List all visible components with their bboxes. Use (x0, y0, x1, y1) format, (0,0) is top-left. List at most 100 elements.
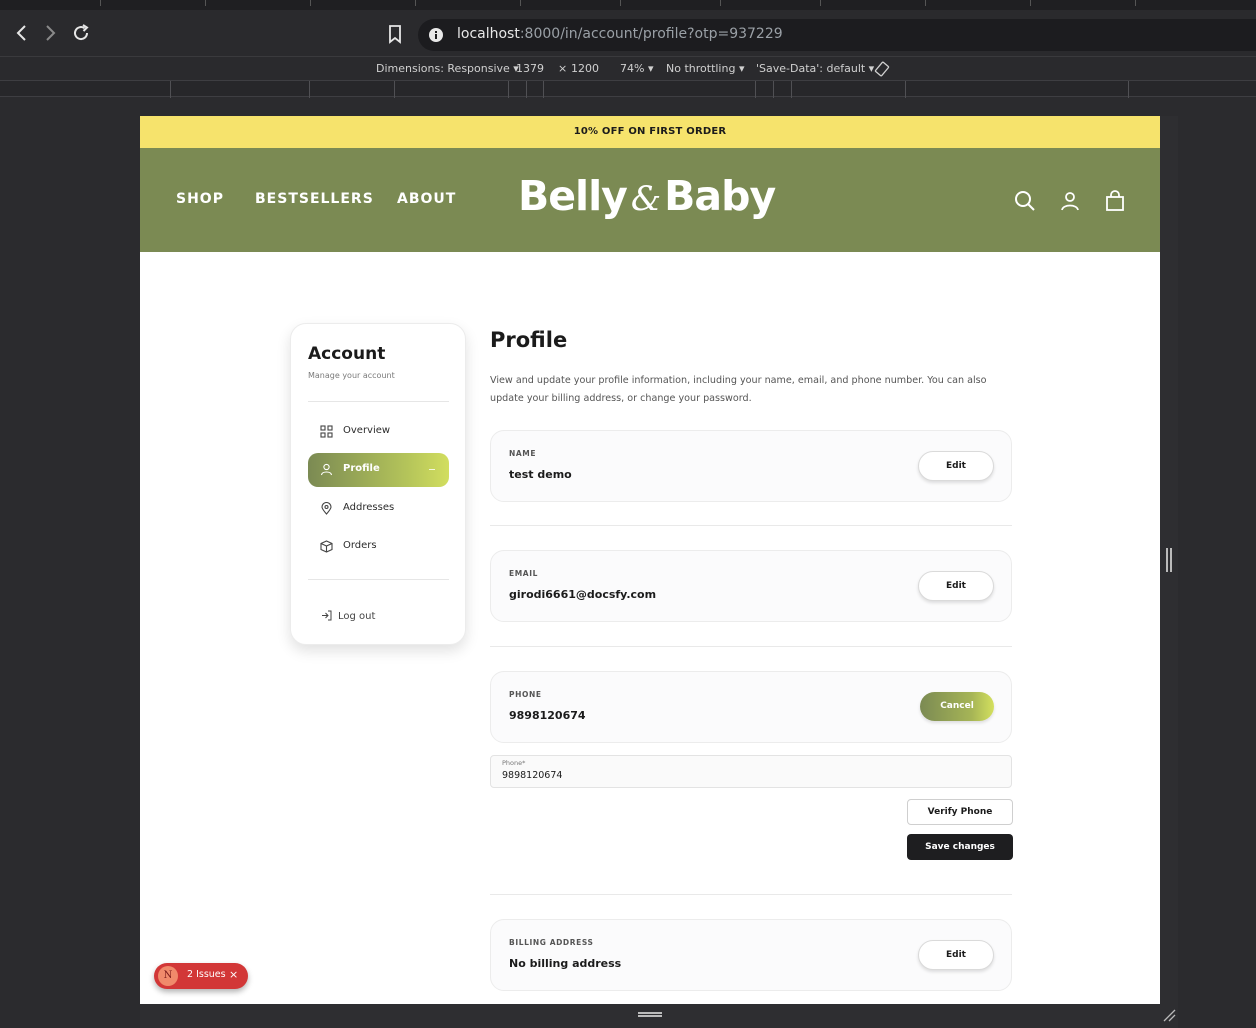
ruler-tick (170, 81, 171, 98)
ruler-tick (394, 81, 395, 98)
edit-name-button[interactable]: Edit (918, 451, 994, 481)
zoom-select[interactable]: 74% ▾ (620, 62, 653, 75)
issues-count: 2 Issues (187, 969, 226, 980)
ruler-tick (791, 81, 792, 98)
sidebar-item-profile[interactable]: Profile (308, 453, 449, 487)
active-indicator (429, 469, 435, 470)
resize-handle-bottom[interactable] (140, 1004, 1178, 1028)
reload-icon[interactable] (71, 23, 91, 43)
page-description: View and update your profile information… (490, 375, 987, 404)
logout-label: Log out (338, 611, 376, 622)
ruler-tick (309, 81, 310, 98)
map-pin-icon (321, 502, 332, 515)
phone-field: Phone* (490, 755, 1012, 788)
account-icon[interactable] (1059, 190, 1081, 212)
browser-toolbar: localhost:8000/in/account/profile?otp=93… (0, 10, 1256, 56)
nav-bestsellers[interactable]: BESTSELLERS (255, 191, 374, 207)
promo-banner: 10% OFF ON FIRST ORDER (140, 116, 1160, 148)
corner-resize-icon[interactable] (1162, 1008, 1176, 1022)
sidebar-item-label: Overview (343, 425, 391, 436)
brand-logo[interactable]: Belly &Baby (518, 172, 776, 220)
name-value: test demo (509, 468, 572, 481)
dimensions-select[interactable]: Dimensions: Responsive ▾ (376, 62, 519, 75)
tab-separator (205, 0, 206, 6)
ruler-tick (526, 81, 527, 98)
search-icon[interactable] (1014, 190, 1036, 212)
grid-icon (320, 425, 333, 438)
tab-separator (620, 0, 621, 6)
sidebar-item-addresses[interactable]: Addresses (308, 492, 449, 526)
url-text: localhost:8000/in/account/profile?otp=93… (457, 26, 783, 42)
sidebar-subtitle: Manage your account (308, 371, 395, 380)
account-sidebar: Account Manage your account Overview Pro… (290, 323, 466, 645)
name-label: NAME (509, 449, 537, 458)
rotate-icon[interactable] (874, 61, 890, 77)
nav-shop[interactable]: SHOP (176, 191, 224, 207)
bookmark-icon[interactable] (386, 24, 404, 44)
edit-billing-button[interactable]: Edit (918, 940, 994, 970)
tab-separator (925, 0, 926, 6)
sidebar-item-label: Profile (343, 463, 380, 474)
ruler-tick (1128, 81, 1129, 98)
logout-icon (322, 610, 332, 621)
page-title: Profile (490, 328, 568, 352)
resize-handle-right[interactable] (1166, 548, 1172, 572)
save-changes-button[interactable]: Save changes (907, 834, 1013, 860)
phone-label: PHONE (509, 690, 542, 699)
times-sign: × (558, 62, 568, 75)
throttling-select[interactable]: No throttling ▾ (666, 62, 744, 75)
dev-issues-badge[interactable]: N 2 Issues × (154, 963, 248, 989)
tab-separator (310, 0, 311, 6)
save-data-select[interactable]: 'Save-Data': default ▾ (756, 62, 874, 75)
phone-input-label: Phone* (502, 759, 526, 767)
close-icon[interactable]: × (229, 968, 238, 981)
cancel-phone-button[interactable]: Cancel (920, 692, 994, 721)
height-field[interactable]: 1200 (571, 62, 599, 75)
section-divider (490, 894, 1012, 895)
sidebar-item-orders[interactable]: Orders (308, 530, 449, 564)
cart-icon[interactable] (1104, 190, 1126, 212)
back-icon[interactable] (12, 23, 32, 43)
site-header: SHOP BESTSELLERS ABOUT Belly &Baby (140, 148, 1160, 252)
tab-separator (820, 0, 821, 6)
ruler-tick (773, 81, 774, 98)
tab-separator (100, 0, 101, 6)
phone-card: PHONE 9898120674 Cancel (490, 671, 1012, 743)
logout-link[interactable]: Log out (321, 610, 375, 622)
billing-value: No billing address (509, 957, 622, 970)
box-icon (320, 540, 333, 553)
sidebar-divider (308, 579, 449, 580)
tab-separator (1030, 0, 1031, 6)
email-value: girodi6661@docsfy.com (509, 588, 657, 601)
tab-separator (520, 0, 521, 6)
ruler-tick (905, 81, 906, 98)
address-bar[interactable]: localhost:8000/in/account/profile?otp=93… (418, 19, 1256, 51)
section-divider (490, 525, 1012, 526)
user-icon (320, 463, 333, 476)
page-viewport: 10% OFF ON FIRST ORDER SHOP BESTSELLERS … (140, 116, 1160, 1004)
width-field[interactable]: 1379 (516, 62, 544, 75)
site-info-icon[interactable] (428, 27, 444, 43)
verify-phone-button[interactable]: Verify Phone (907, 799, 1013, 825)
section-divider (490, 646, 1012, 647)
tab-separator (1135, 0, 1136, 6)
billing-label: BILLING ADDRESS (509, 938, 594, 947)
nav-about[interactable]: ABOUT (397, 191, 456, 207)
tab-separator (415, 0, 416, 6)
name-card: NAME test demo Edit (490, 430, 1012, 502)
forward-icon[interactable] (40, 23, 60, 43)
phone-value: 9898120674 (509, 709, 586, 722)
sidebar-item-label: Orders (343, 540, 377, 551)
email-label: EMAIL (509, 569, 538, 578)
billing-card: BILLING ADDRESS No billing address Edit (490, 919, 1012, 991)
email-card: EMAIL girodi6661@docsfy.com Edit (490, 550, 1012, 622)
phone-input[interactable] (502, 770, 982, 781)
media-query-ruler (0, 80, 1256, 98)
tab-separator (720, 0, 721, 6)
device-toolbar: Dimensions: Responsive ▾ 1379 × 1200 74%… (0, 56, 1256, 80)
ruler-tick (755, 81, 756, 98)
sidebar-title: Account (308, 344, 386, 364)
sidebar-item-overview[interactable]: Overview (308, 415, 449, 449)
nextjs-icon: N (158, 966, 178, 986)
edit-email-button[interactable]: Edit (918, 571, 994, 601)
